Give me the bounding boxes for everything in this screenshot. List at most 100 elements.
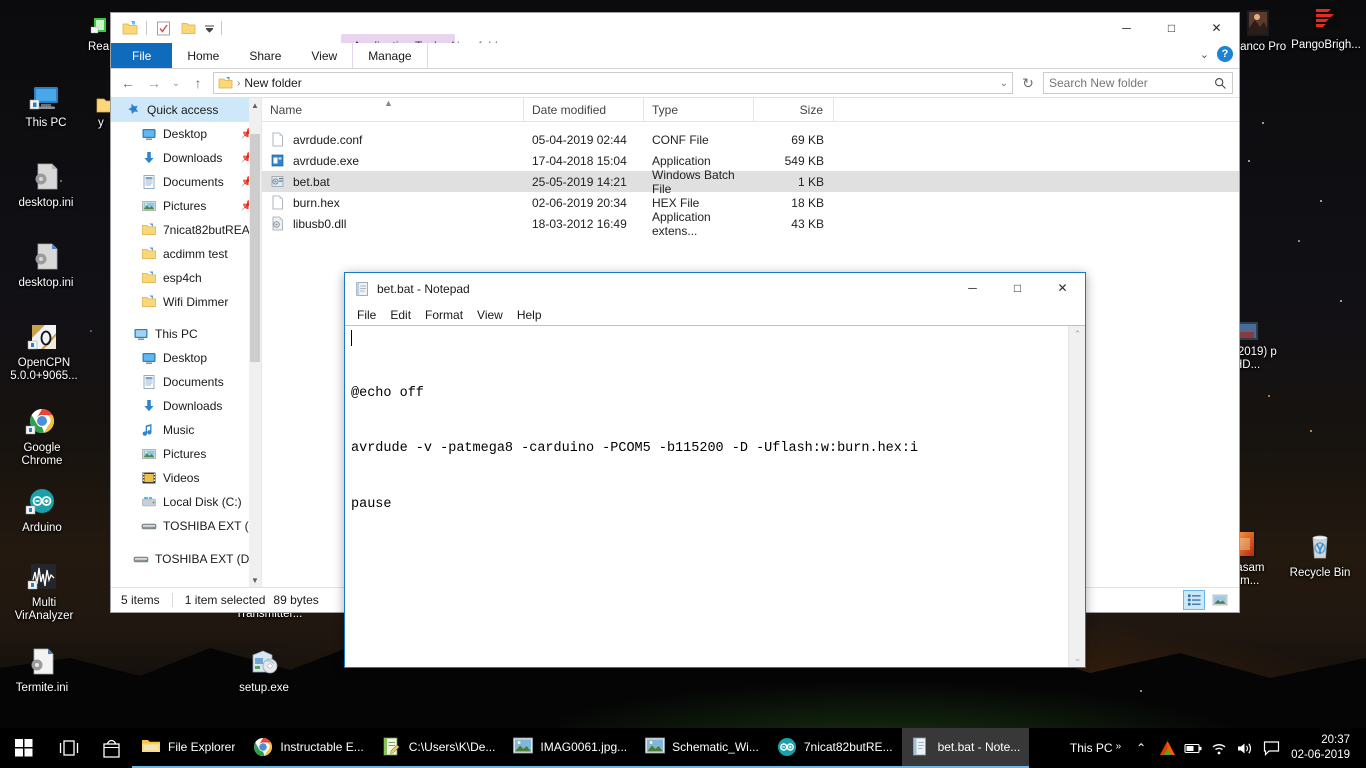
desktop-icon-multi-viranalyzer[interactable]: Multi VirAnalyzer xyxy=(4,560,84,623)
menu-item-format[interactable]: Format xyxy=(418,308,470,322)
up-button[interactable]: ↑ xyxy=(187,72,209,94)
desktop-icon-pangobright[interactable]: PangoBrigh... xyxy=(1288,2,1364,52)
nav-item-this-pc[interactable]: This PC xyxy=(111,322,261,346)
file-name-cell[interactable]: burn.hex xyxy=(262,195,524,211)
taskbar-item-arduino-7nicat82[interactable]: 7nicat82butRE... xyxy=(767,728,902,768)
nav-item-esp4ch[interactable]: esp4ch xyxy=(111,266,261,290)
notepad-text-area[interactable]: @echo off avrdude -v -patmega8 -carduino… xyxy=(345,326,1068,667)
nav-item-documents-qa[interactable]: Documents 📌 xyxy=(111,170,261,194)
column-header-size[interactable]: Size xyxy=(754,97,834,122)
nav-item-documents-pc[interactable]: Documents xyxy=(111,370,261,394)
desktop-icon-opencpn[interactable]: OpenCPN 5.0.0+9065... xyxy=(4,320,84,383)
ribbon-tab-file[interactable]: File xyxy=(111,43,173,68)
address-dropdown-icon[interactable]: ⌄ xyxy=(1000,78,1008,89)
large-icons-view-button[interactable] xyxy=(1209,590,1231,610)
table-row[interactable]: libusb0.dll 18-03-2012 16:49 Application… xyxy=(262,210,1239,238)
desktop-icon-google-chrome[interactable]: Google Chrome xyxy=(4,405,80,468)
nav-item-7nicat82butreal[interactable]: 7nicat82butREAl xyxy=(111,218,261,242)
column-header-name[interactable]: Name ▲ xyxy=(262,97,524,122)
notepad-scrollbar[interactable]: ⌃ ⌄ xyxy=(1068,326,1085,667)
close-button[interactable]: ✕ xyxy=(1040,273,1085,303)
file-name-cell[interactable]: bet.bat xyxy=(262,174,524,190)
search-box[interactable]: Search New folder xyxy=(1043,72,1233,94)
scrollbar-thumb[interactable] xyxy=(250,134,260,362)
system-tray[interactable]: This PC » ⌃ 20:37 02-06-2019 xyxy=(1060,728,1366,768)
task-view-button[interactable] xyxy=(48,728,90,768)
navigation-pane[interactable]: Quick access Desktop 📌 Downloads 📌 Docum… xyxy=(111,98,261,587)
help-icon[interactable]: ? xyxy=(1217,46,1233,62)
notepad-window[interactable]: bet.bat - Notepad ─ □ ✕ File Edit Format… xyxy=(344,272,1086,668)
desktop-icon-desktop-ini-2[interactable]: desktop.ini xyxy=(8,240,84,290)
nav-item-desktop-pc[interactable]: Desktop xyxy=(111,346,261,370)
volume-icon[interactable] xyxy=(1233,728,1257,768)
details-view-button[interactable] xyxy=(1183,590,1205,610)
scroll-down-arrow-icon[interactable]: ⌄ xyxy=(1069,650,1086,667)
nav-item-pictures-pc[interactable]: Pictures xyxy=(111,442,261,466)
taskbar-item-schematic[interactable]: Schematic_Wi... xyxy=(636,728,768,768)
avast-icon[interactable] xyxy=(1155,728,1179,768)
back-button[interactable]: ← xyxy=(117,72,139,94)
address-bar[interactable]: ← → ⌄ ↑ › New folder ⌄ ↻ Search New fold… xyxy=(111,69,1239,97)
scroll-down-arrow-icon[interactable]: ▼ xyxy=(249,573,261,587)
breadcrumb-current[interactable]: New folder xyxy=(244,76,301,90)
desktop[interactable]: This PC desktop.ini desktop.ini OpenCPN … xyxy=(0,0,1366,768)
nav-item-pictures-qa[interactable]: Pictures 📌 xyxy=(111,194,261,218)
nav-item-quick-access[interactable]: Quick access xyxy=(111,98,261,122)
close-button[interactable]: ✕ xyxy=(1194,13,1239,43)
table-row[interactable]: bet.bat 25-05-2019 14:21 Windows Batch F… xyxy=(262,168,1239,196)
nav-item-downloads-qa[interactable]: Downloads 📌 xyxy=(111,146,261,170)
nav-item-desktop-qa[interactable]: Desktop 📌 xyxy=(111,122,261,146)
nav-item-music[interactable]: Music xyxy=(111,418,261,442)
tray-chevron-up-icon[interactable]: ⌃ xyxy=(1129,728,1153,768)
scroll-up-arrow-icon[interactable]: ⌃ xyxy=(1069,326,1086,343)
table-row[interactable]: avrdude.conf 05-04-2019 02:44 CONF File … xyxy=(262,129,1239,150)
desktop-icon-this-pc[interactable]: This PC xyxy=(8,80,84,130)
recent-locations-button[interactable]: ⌄ xyxy=(169,72,183,94)
nav-item-local-disk-c[interactable]: Local Disk (C:) xyxy=(111,490,261,514)
tray-overflow-icon[interactable]: » xyxy=(1116,741,1122,752)
customize-chevron-down-icon[interactable] xyxy=(202,17,216,39)
column-header-date-modified[interactable]: Date modified xyxy=(524,97,644,122)
refresh-button[interactable]: ↻ xyxy=(1017,72,1039,94)
forward-button[interactable]: → xyxy=(143,72,165,94)
minimize-button[interactable]: ─ xyxy=(1104,13,1149,43)
file-name-cell[interactable]: libusb0.dll xyxy=(262,216,524,232)
taskbar-item-notepad-users[interactable]: C:\Users\K\De... xyxy=(372,728,505,768)
column-header-row[interactable]: Name ▲ Date modified Type Size xyxy=(262,97,1239,122)
desktop-icon-arduino[interactable]: Arduino xyxy=(4,485,80,535)
action-center-icon[interactable] xyxy=(1259,728,1283,768)
taskbar-item-imag0061[interactable]: IMAG0061.jpg... xyxy=(504,728,637,768)
ribbon-collapse-chevron-icon[interactable]: ⌄ xyxy=(1200,48,1209,61)
maximize-button[interactable]: □ xyxy=(1149,13,1194,43)
nav-item-toshiba-ext-1[interactable]: TOSHIBA EXT (D xyxy=(111,514,261,538)
quick-access-toolbar[interactable] xyxy=(119,17,224,39)
menu-item-edit[interactable]: Edit xyxy=(383,308,418,322)
tray-this-pc[interactable]: This PC » xyxy=(1060,741,1127,755)
notepad-window-controls[interactable]: ─ □ ✕ xyxy=(950,273,1085,303)
minimize-button[interactable]: ─ xyxy=(950,273,995,303)
nav-item-wifi-dimmer[interactable]: Wifi Dimmer xyxy=(111,290,261,314)
menu-item-file[interactable]: File xyxy=(350,308,383,322)
ribbon-tab-view[interactable]: View xyxy=(296,43,352,68)
start-button[interactable] xyxy=(0,728,48,768)
menu-item-view[interactable]: View xyxy=(470,308,510,322)
desktop-icon-recycle-bin[interactable]: Recycle Bin xyxy=(1282,530,1358,580)
ribbon-tab-manage[interactable]: Manage xyxy=(352,43,428,68)
nav-pane-scrollbar[interactable]: ▲ ▼ xyxy=(249,98,261,587)
notepad-titlebar[interactable]: bet.bat - Notepad ─ □ ✕ xyxy=(345,273,1085,304)
notepad-menu-bar[interactable]: File Edit Format View Help xyxy=(345,304,1085,325)
battery-icon[interactable] xyxy=(1181,728,1205,768)
file-name-cell[interactable]: avrdude.exe xyxy=(262,153,524,169)
scroll-up-arrow-icon[interactable]: ▲ xyxy=(249,98,261,112)
taskbar-item-file-explorer[interactable]: File Explorer xyxy=(132,728,245,768)
ribbon-tab-strip[interactable]: File Home Share View Manage ⌄ ? xyxy=(111,43,1239,69)
ribbon-tab-share[interactable]: Share xyxy=(234,43,296,68)
nav-item-downloads-pc[interactable]: Downloads xyxy=(111,394,261,418)
desktop-icon-setup-exe[interactable]: setup.exe xyxy=(224,645,304,695)
desktop-icon-desktop-ini-1[interactable]: desktop.ini xyxy=(8,160,84,210)
new-folder-icon[interactable] xyxy=(119,17,141,39)
column-header-type[interactable]: Type xyxy=(644,97,754,122)
ribbon-tab-home[interactable]: Home xyxy=(172,43,234,68)
wifi-icon[interactable] xyxy=(1207,728,1231,768)
store-button[interactable] xyxy=(90,728,132,768)
